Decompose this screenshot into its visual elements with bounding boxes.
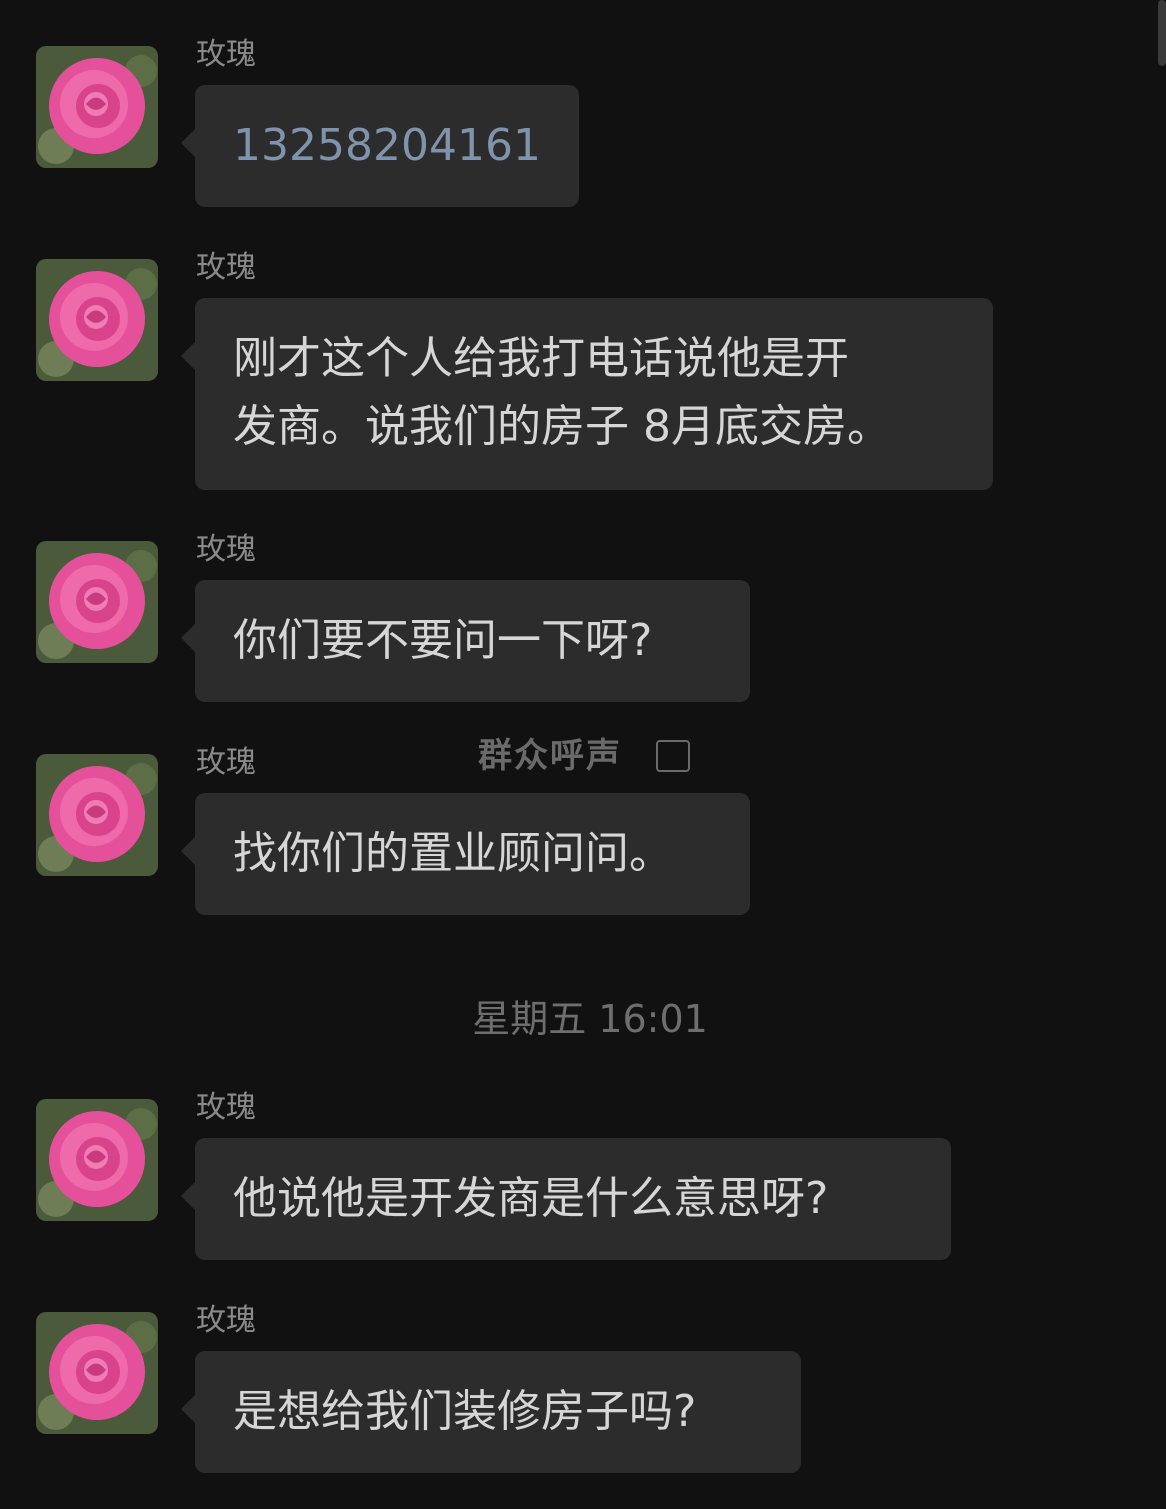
rose-icon <box>36 754 158 876</box>
timestamp: 星期五 16:01 <box>472 997 708 1041</box>
watermark-text: 群众呼声 <box>478 736 622 776</box>
message-bubble[interactable]: 你们要不要问一下呀? <box>181 580 750 702</box>
avatar[interactable] <box>36 259 158 381</box>
avatar[interactable] <box>36 1312 158 1434</box>
avatar[interactable] <box>36 754 158 876</box>
sender-name: 玫瑰 <box>196 745 256 780</box>
rose-icon <box>36 259 158 381</box>
scrollbar[interactable] <box>1158 0 1166 66</box>
avatar[interactable] <box>36 541 158 663</box>
rose-icon <box>36 1099 158 1221</box>
sender-name: 玫瑰 <box>196 1303 256 1338</box>
message-bubble[interactable]: 找你们的置业顾问问。 <box>181 793 750 915</box>
message-bubble[interactable]: 刚才这个人给我打电话说他是开 发商。说我们的房子 8月底交房。 <box>181 298 993 490</box>
avatar[interactable] <box>36 1099 158 1221</box>
sender-name: 玫瑰 <box>196 1090 256 1125</box>
chat-window: 玫瑰 13258204161 玫瑰 刚才这个人给我打电话说他是开 发商。说我们的… <box>0 0 1166 1509</box>
sender-name: 玫瑰 <box>196 532 256 567</box>
watermark-logo <box>656 740 690 772</box>
phone-number-link[interactable]: 13258204161 <box>181 85 579 207</box>
avatar[interactable] <box>36 46 158 168</box>
rose-icon <box>36 1312 158 1434</box>
message-bubble[interactable]: 是想给我们装修房子吗? <box>181 1351 801 1473</box>
rose-icon <box>36 46 158 168</box>
sender-name: 玫瑰 <box>196 37 256 72</box>
rose-icon <box>36 541 158 663</box>
sender-name: 玫瑰 <box>196 250 256 285</box>
message-bubble[interactable]: 他说他是开发商是什么意思呀? <box>181 1138 951 1260</box>
